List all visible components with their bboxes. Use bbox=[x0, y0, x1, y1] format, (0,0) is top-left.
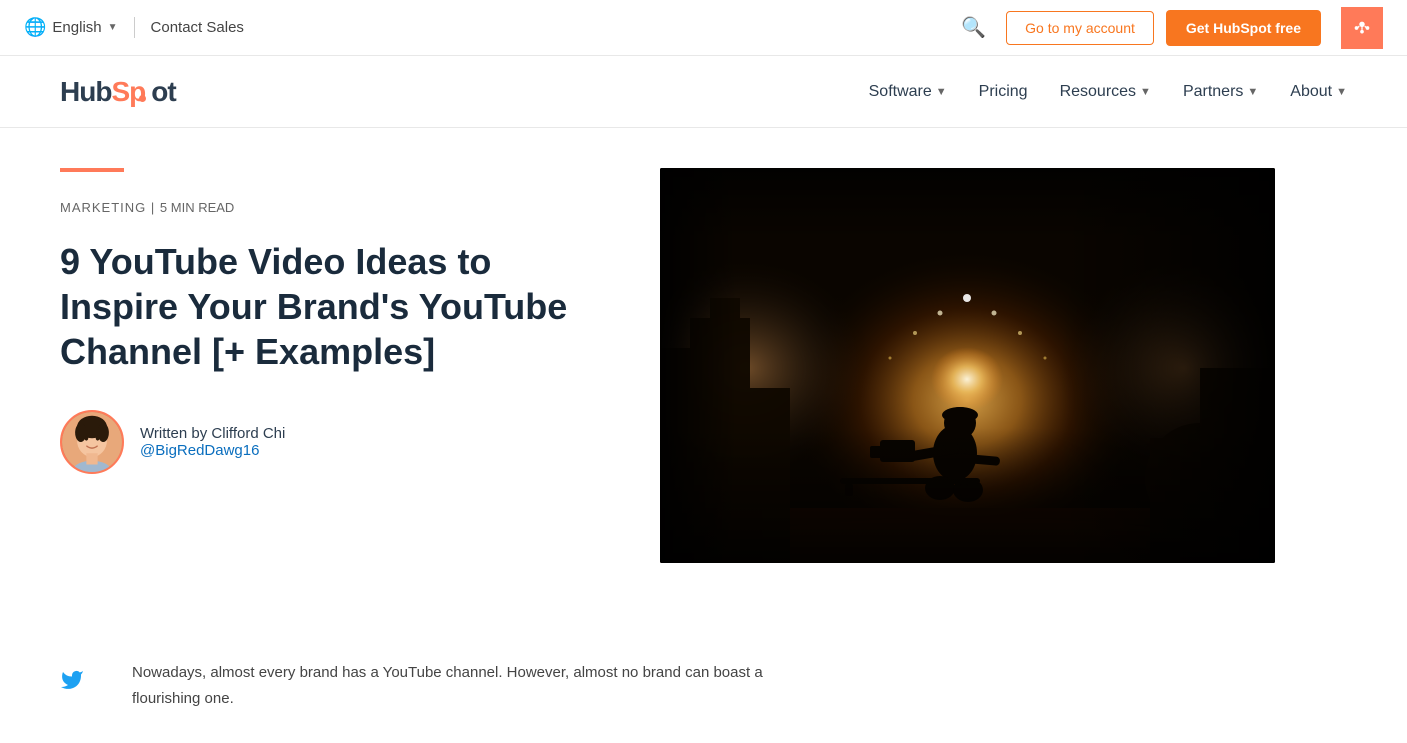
get-hubspot-free-button[interactable]: Get HubSpot free bbox=[1166, 10, 1321, 46]
category-label: MARKETING bbox=[60, 200, 146, 215]
language-label: English bbox=[52, 19, 101, 36]
read-time-label: 5 MIN READ bbox=[160, 200, 234, 215]
hero-image bbox=[660, 168, 1275, 563]
hubspot-icon-button[interactable] bbox=[1341, 7, 1383, 49]
article-left-panel: MARKETING | 5 MIN READ 9 YouTube Video I… bbox=[60, 128, 600, 628]
article-title: 9 YouTube Video Ideas to Inspire Your Br… bbox=[60, 239, 600, 374]
logo-hub-text: Hub bbox=[60, 76, 111, 108]
topbar-left: 🌐 English ▼ Contact Sales bbox=[24, 17, 244, 38]
chevron-down-icon: ▼ bbox=[1140, 86, 1151, 98]
chevron-down-icon: ▼ bbox=[1336, 86, 1347, 98]
twitter-bird-icon bbox=[60, 668, 84, 692]
logo-ot-text: ot bbox=[151, 76, 175, 108]
twitter-share-icon[interactable] bbox=[60, 668, 84, 698]
author-section: Written by Clifford Chi @BigRedDawg16 bbox=[60, 410, 600, 474]
author-name: Clifford Chi bbox=[211, 425, 285, 442]
nav-software-label: Software bbox=[869, 83, 932, 101]
hubspot-logo[interactable]: Hub Sp ot bbox=[60, 76, 176, 108]
topbar-right: 🔍 Go to my account Get HubSpot free bbox=[953, 7, 1383, 49]
nav-item-pricing[interactable]: Pricing bbox=[979, 79, 1028, 105]
nav-pricing-label: Pricing bbox=[979, 83, 1028, 101]
logo-dot bbox=[139, 95, 146, 102]
social-share-icons bbox=[60, 660, 84, 698]
chevron-down-icon: ▼ bbox=[1247, 86, 1258, 98]
written-by-prefix: Written by bbox=[140, 425, 211, 442]
globe-icon: 🌐 bbox=[24, 17, 46, 38]
author-written-label: Written by Clifford Chi bbox=[140, 425, 285, 442]
nav-item-about[interactable]: About ▼ bbox=[1290, 79, 1347, 105]
nav-about-label: About bbox=[1290, 83, 1332, 101]
nav-partners-label: Partners bbox=[1183, 83, 1243, 101]
nav-item-resources[interactable]: Resources ▼ bbox=[1060, 79, 1151, 105]
author-avatar bbox=[60, 410, 124, 474]
article-category: MARKETING | 5 MIN READ bbox=[60, 200, 600, 215]
chevron-down-icon: ▼ bbox=[108, 22, 118, 33]
article-excerpt: Nowadays, almost every brand has a YouTu… bbox=[132, 660, 792, 711]
search-icon: 🔍 bbox=[961, 17, 986, 39]
main-content: MARKETING | 5 MIN READ 9 YouTube Video I… bbox=[0, 128, 1407, 628]
hero-image-svg bbox=[660, 168, 1275, 563]
author-info: Written by Clifford Chi @BigRedDawg16 bbox=[140, 425, 285, 459]
main-navigation: Software ▼ Pricing Resources ▼ Partners … bbox=[869, 79, 1347, 105]
nav-item-partners[interactable]: Partners ▼ bbox=[1183, 79, 1258, 105]
logo-spot-text: Sp bbox=[111, 76, 145, 108]
chevron-down-icon: ▼ bbox=[936, 86, 947, 98]
navbar: Hub Sp ot Software ▼ Pricing Resources ▼… bbox=[0, 56, 1407, 128]
hubspot-sprocket-icon bbox=[1351, 17, 1373, 39]
orange-rule-decoration bbox=[60, 168, 124, 172]
search-button[interactable]: 🔍 bbox=[953, 11, 994, 44]
author-handle-link[interactable]: @BigRedDawg16 bbox=[140, 442, 285, 459]
go-to-account-button[interactable]: Go to my account bbox=[1006, 11, 1154, 45]
bottom-content: Nowadays, almost every brand has a YouTu… bbox=[0, 628, 1407, 743]
nav-resources-label: Resources bbox=[1060, 83, 1136, 101]
nav-item-software[interactable]: Software ▼ bbox=[869, 79, 947, 105]
topbar: 🌐 English ▼ Contact Sales 🔍 Go to my acc… bbox=[0, 0, 1407, 56]
contact-sales-link[interactable]: Contact Sales bbox=[151, 19, 244, 36]
language-selector[interactable]: 🌐 English ▼ bbox=[24, 17, 135, 38]
article-right-panel bbox=[660, 128, 1347, 628]
author-avatar-image bbox=[62, 410, 122, 474]
read-time-separator: | bbox=[151, 200, 160, 215]
